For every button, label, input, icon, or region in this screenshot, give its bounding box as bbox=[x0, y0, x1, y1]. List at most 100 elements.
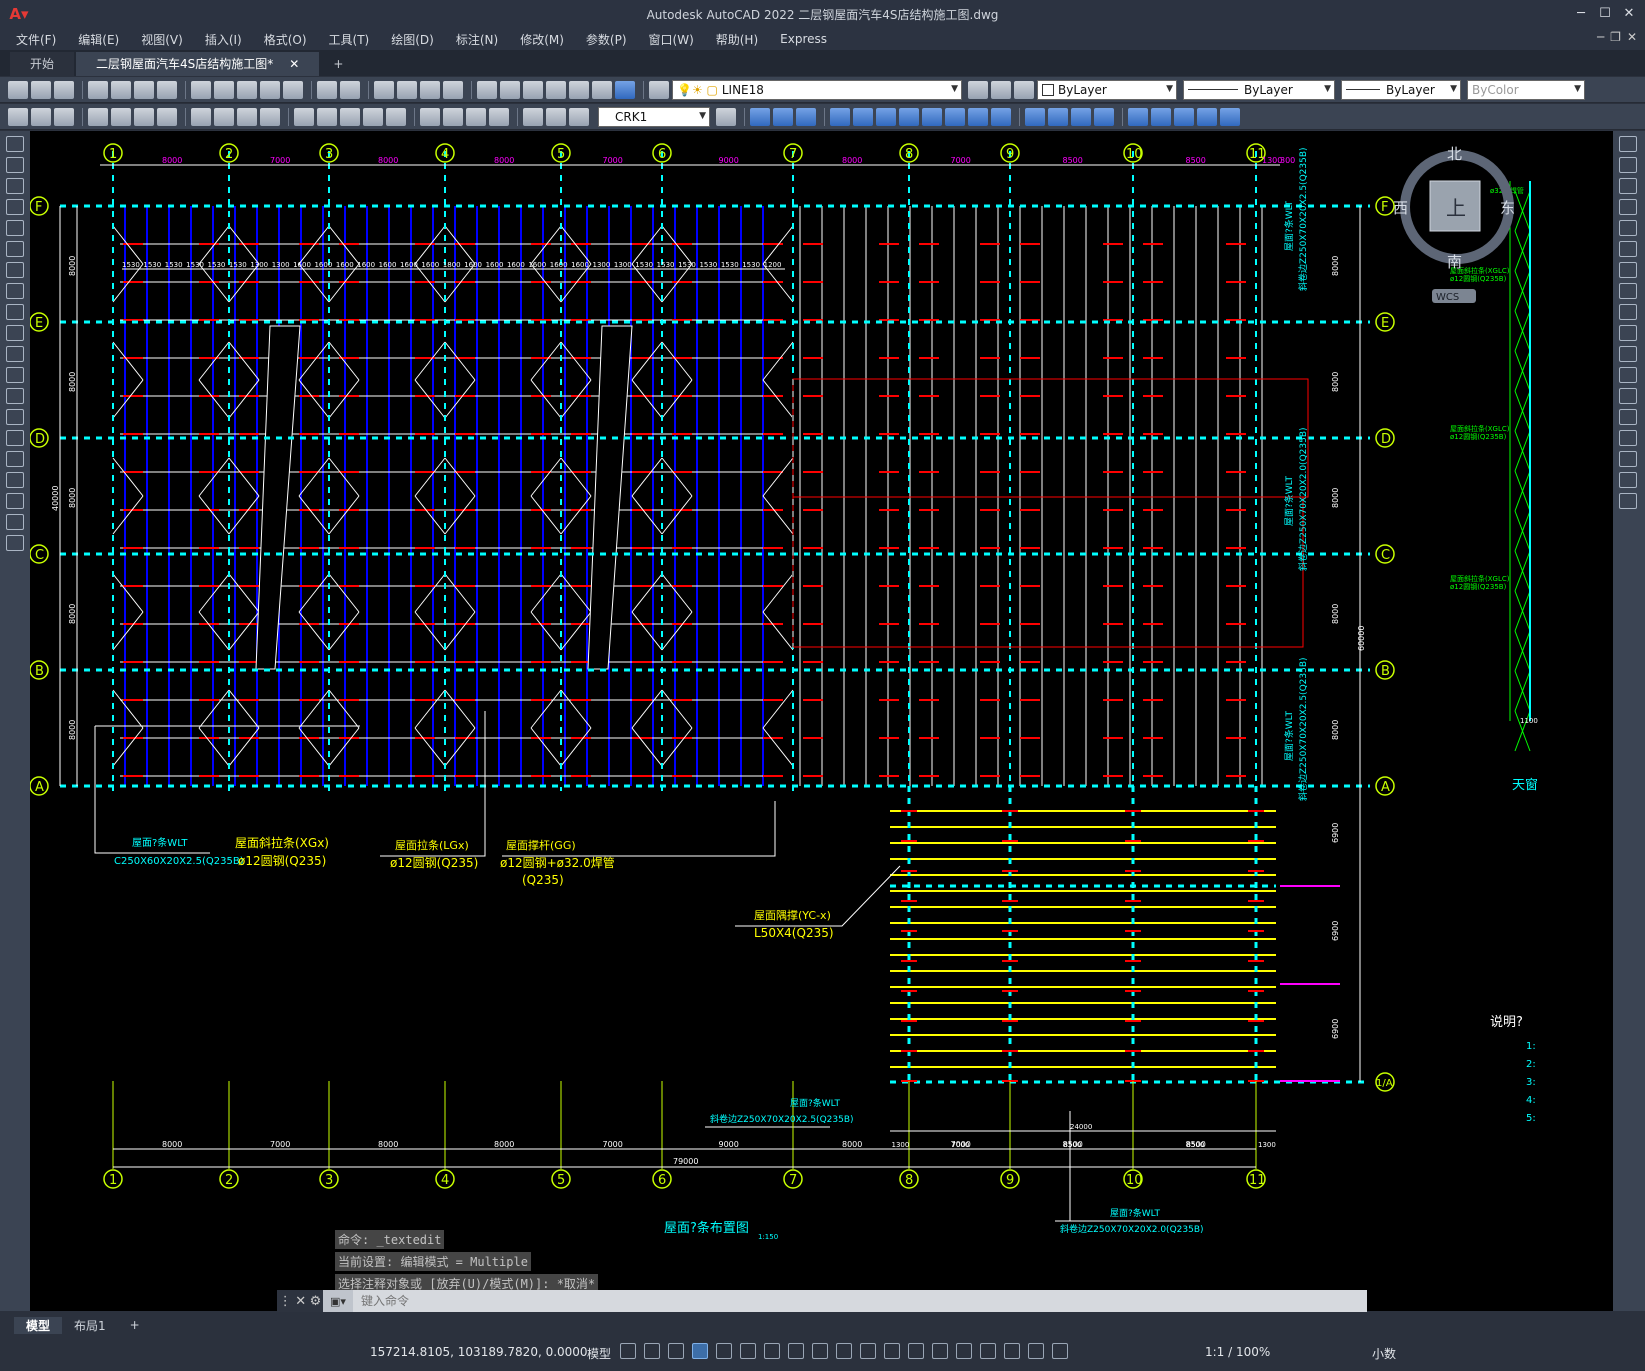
ucs-object-icon[interactable] bbox=[1220, 107, 1240, 126]
rectangle-icon[interactable] bbox=[6, 220, 24, 236]
interfere-icon[interactable] bbox=[991, 107, 1011, 126]
pan-icon[interactable] bbox=[374, 80, 394, 99]
minimize-icon[interactable]: ─ bbox=[1569, 2, 1593, 26]
properties-icon[interactable] bbox=[477, 80, 497, 99]
ucs-face-icon[interactable] bbox=[1197, 107, 1217, 126]
spline-icon[interactable] bbox=[6, 304, 24, 320]
dim-text-edit-icon[interactable] bbox=[546, 107, 566, 126]
new-tab-button[interactable]: + bbox=[321, 52, 355, 76]
circle-icon[interactable] bbox=[6, 262, 24, 278]
model-space-button[interactable]: 模型 bbox=[587, 1345, 611, 1362]
close-icon[interactable]: ✕ bbox=[1617, 2, 1641, 26]
blend-curves-icon[interactable] bbox=[1619, 472, 1637, 488]
ellipse-arc-icon[interactable] bbox=[6, 346, 24, 362]
break-icon[interactable] bbox=[1619, 388, 1637, 404]
layers-icon[interactable] bbox=[54, 107, 74, 126]
arc-icon[interactable] bbox=[6, 241, 24, 257]
infer-constraints-icon[interactable] bbox=[668, 1343, 684, 1359]
save-icon[interactable] bbox=[54, 80, 74, 99]
subtract-icon[interactable] bbox=[899, 107, 919, 126]
table-icon[interactable] bbox=[6, 493, 24, 509]
arc-length-icon[interactable] bbox=[134, 107, 154, 126]
grid-icon[interactable] bbox=[620, 1343, 636, 1359]
annotation-scale[interactable]: 1:1 / 100% bbox=[1205, 1345, 1270, 1359]
radius-dim-icon[interactable] bbox=[191, 107, 211, 126]
new-icon[interactable] bbox=[8, 80, 28, 99]
viewcube-south[interactable]: 南 bbox=[1447, 253, 1462, 271]
menu-tools[interactable]: 工具(T) bbox=[329, 31, 370, 48]
dimstyle-manager-icon[interactable] bbox=[716, 107, 736, 126]
edit-icon[interactable] bbox=[31, 107, 51, 126]
command-line-grip[interactable]: ⋮ ✕ ⚙ bbox=[277, 1290, 323, 1312]
gradient-icon[interactable] bbox=[6, 451, 24, 467]
layer-previous-icon[interactable] bbox=[991, 80, 1011, 99]
inspect-icon[interactable] bbox=[466, 107, 486, 126]
cursor-coordinates[interactable]: 157214.8105, 103189.7820, 0.0000 bbox=[370, 1345, 588, 1359]
selection-filter-icon[interactable] bbox=[956, 1343, 972, 1359]
layer-dropdown[interactable]: 💡☀ ▢ LINE18 ▼ bbox=[672, 79, 962, 100]
solid-box-icon[interactable] bbox=[750, 107, 770, 126]
polar-tracking-icon[interactable] bbox=[740, 1343, 756, 1359]
ellipse-icon[interactable] bbox=[6, 325, 24, 341]
annotation-scale-icon[interactable] bbox=[1052, 1343, 1068, 1359]
viewcube-north[interactable]: 北 bbox=[1447, 145, 1462, 163]
tab-document[interactable]: 二层钢屋面汽车4S店结构施工图* ✕ bbox=[76, 52, 320, 76]
object-snap-icon[interactable] bbox=[812, 1343, 828, 1359]
offset-icon[interactable] bbox=[1619, 199, 1637, 215]
add-selected-icon[interactable] bbox=[6, 535, 24, 551]
angular-dim-icon[interactable] bbox=[260, 107, 280, 126]
copy-icon[interactable] bbox=[214, 80, 234, 99]
hatch-icon[interactable] bbox=[6, 430, 24, 446]
dim-update-icon[interactable] bbox=[569, 107, 589, 126]
autocad-logo-icon[interactable]: A ▾ bbox=[0, 0, 38, 28]
maximize-icon[interactable]: ☐ bbox=[1593, 2, 1617, 26]
extrude-icon[interactable] bbox=[830, 107, 850, 126]
command-input[interactable] bbox=[353, 1294, 1253, 1308]
object-snap-tracking-icon[interactable] bbox=[788, 1343, 804, 1359]
menu-express[interactable]: Express bbox=[780, 32, 827, 46]
render-icon[interactable] bbox=[1048, 107, 1068, 126]
polyline-icon[interactable] bbox=[6, 178, 24, 194]
fillet-icon[interactable] bbox=[1619, 451, 1637, 467]
3d-dwf-icon[interactable] bbox=[157, 80, 177, 99]
zoom-window-icon[interactable] bbox=[420, 80, 440, 99]
slice-icon[interactable] bbox=[945, 107, 965, 126]
command-prompt-icon[interactable]: ▣▾ bbox=[323, 1290, 353, 1312]
doc-restore-icon[interactable]: ❐ bbox=[1610, 30, 1621, 44]
scale-icon[interactable] bbox=[1619, 283, 1637, 299]
make-current-layer-icon[interactable] bbox=[968, 80, 988, 99]
tab-start[interactable]: 开始 bbox=[10, 52, 75, 76]
array-icon[interactable] bbox=[1619, 220, 1637, 236]
quick-dim-icon[interactable] bbox=[294, 107, 314, 126]
menu-format[interactable]: 格式(O) bbox=[264, 31, 307, 48]
menu-file[interactable]: 文件(F) bbox=[16, 31, 56, 48]
extend-icon[interactable] bbox=[1619, 346, 1637, 362]
annotation-visibility-icon[interactable] bbox=[1004, 1343, 1020, 1359]
baseline-dim-icon[interactable] bbox=[317, 107, 337, 126]
diameter-dim-icon[interactable] bbox=[237, 107, 257, 126]
paste-icon[interactable] bbox=[237, 80, 257, 99]
markup-icon[interactable] bbox=[569, 80, 589, 99]
chamfer-icon[interactable] bbox=[1619, 430, 1637, 446]
intersect-icon[interactable] bbox=[922, 107, 942, 126]
lights-icon[interactable] bbox=[1094, 107, 1114, 126]
color-dropdown[interactable]: ByLayer ▼ bbox=[1037, 79, 1177, 100]
linear-dim-icon[interactable] bbox=[88, 107, 108, 126]
menu-view[interactable]: 视图(V) bbox=[141, 31, 183, 48]
polygon-icon[interactable] bbox=[6, 199, 24, 215]
ucs-previous-icon[interactable] bbox=[1174, 107, 1194, 126]
shade-icon[interactable] bbox=[1025, 107, 1045, 126]
tab-layout1[interactable]: 布局1 bbox=[62, 1317, 118, 1334]
customize-icon[interactable]: ⚙ bbox=[310, 1294, 322, 1309]
drawing-svg[interactable]: 1122334455667788991010111180008000700070… bbox=[30, 131, 1613, 1311]
continue-dim-icon[interactable] bbox=[340, 107, 360, 126]
menu-parametric[interactable]: 参数(P) bbox=[586, 31, 627, 48]
dim-space-icon[interactable] bbox=[363, 107, 383, 126]
menu-window[interactable]: 窗口(W) bbox=[649, 31, 694, 48]
mtext-icon[interactable] bbox=[8, 107, 28, 126]
doc-close-icon[interactable]: ✕ bbox=[1627, 30, 1637, 44]
dim-edit-icon[interactable] bbox=[523, 107, 543, 126]
make-block-icon[interactable] bbox=[6, 388, 24, 404]
union-icon[interactable] bbox=[876, 107, 896, 126]
revision-cloud-icon[interactable] bbox=[6, 283, 24, 299]
